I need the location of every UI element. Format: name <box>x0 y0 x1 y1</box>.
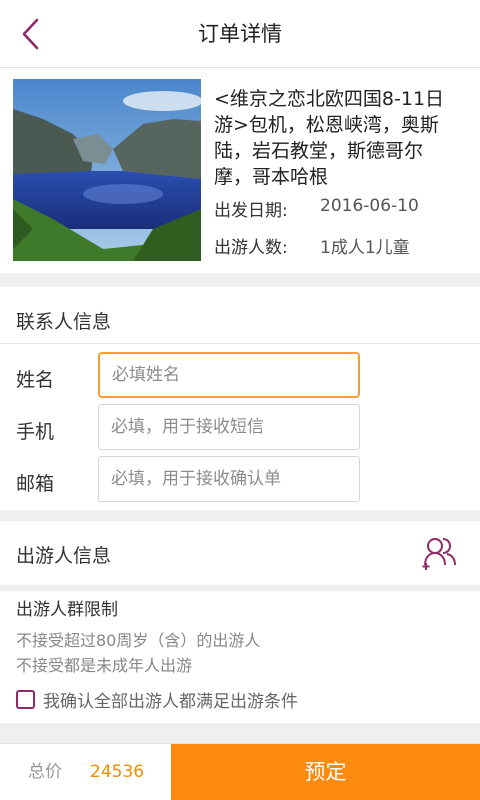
phone-label: 手机 <box>16 421 55 443</box>
product-image[interactable] <box>13 79 201 261</box>
restriction-line: 不接受超过80周岁（含）的出游人 <box>16 631 261 650</box>
footer-bar: 总价 24536 预定 <box>0 743 480 800</box>
departure-label: 出发日期: <box>214 201 288 221</box>
contact-section: 联系人信息 姓名 手机 邮箱 <box>0 287 480 510</box>
restrictions-title: 出游人群限制 <box>16 600 118 620</box>
add-traveler-button[interactable] <box>422 535 458 571</box>
divider <box>0 343 480 344</box>
app-header: 订单详情 <box>0 0 480 68</box>
confirm-row[interactable]: 我确认全部出游人都满足出游条件 <box>16 687 298 712</box>
restrictions-section: 出游人群限制 不接受超过80周岁（含）的出游人 不接受都是未成年人出游 我确认全… <box>0 591 480 723</box>
travelers-row: 出游人数: 1成人1儿童 <box>214 233 410 258</box>
traveler-section: 出游人信息 <box>0 521 480 585</box>
travelers-label: 出游人数: <box>214 238 288 258</box>
contact-title: 联系人信息 <box>16 311 112 333</box>
page-title: 订单详情 <box>198 22 282 46</box>
product-summary: <维京之恋北欧四国8-11日游>包机，松恩峡湾，奥斯陆，岩石教堂，斯德哥尔摩，哥… <box>0 68 480 273</box>
phone-input[interactable] <box>98 404 360 450</box>
traveler-title: 出游人信息 <box>16 545 112 567</box>
departure-row: 出发日期: 2016-06-10 <box>214 196 419 221</box>
email-input[interactable] <box>98 456 360 502</box>
departure-value: 2016-06-10 <box>320 196 419 216</box>
email-label: 邮箱 <box>16 473 55 495</box>
name-label: 姓名 <box>16 369 55 391</box>
confirm-label: 我确认全部出游人都满足出游条件 <box>43 692 298 712</box>
name-input[interactable] <box>98 352 360 398</box>
total-label: 总价 <box>28 762 62 782</box>
confirm-checkbox[interactable] <box>16 690 35 709</box>
product-title: <维京之恋北欧四国8-11日游>包机，松恩峡湾，奥斯陆，岩石教堂，斯德哥尔摩，哥… <box>214 88 445 188</box>
book-button[interactable]: 预定 <box>171 744 480 800</box>
restriction-line: 不接受都是未成年人出游 <box>16 656 193 675</box>
total-price: 24536 <box>90 762 145 782</box>
add-traveler-icon <box>422 538 456 570</box>
travelers-value: 1成人1儿童 <box>320 238 410 258</box>
back-button[interactable] <box>10 12 50 56</box>
chevron-left-icon <box>22 18 39 50</box>
